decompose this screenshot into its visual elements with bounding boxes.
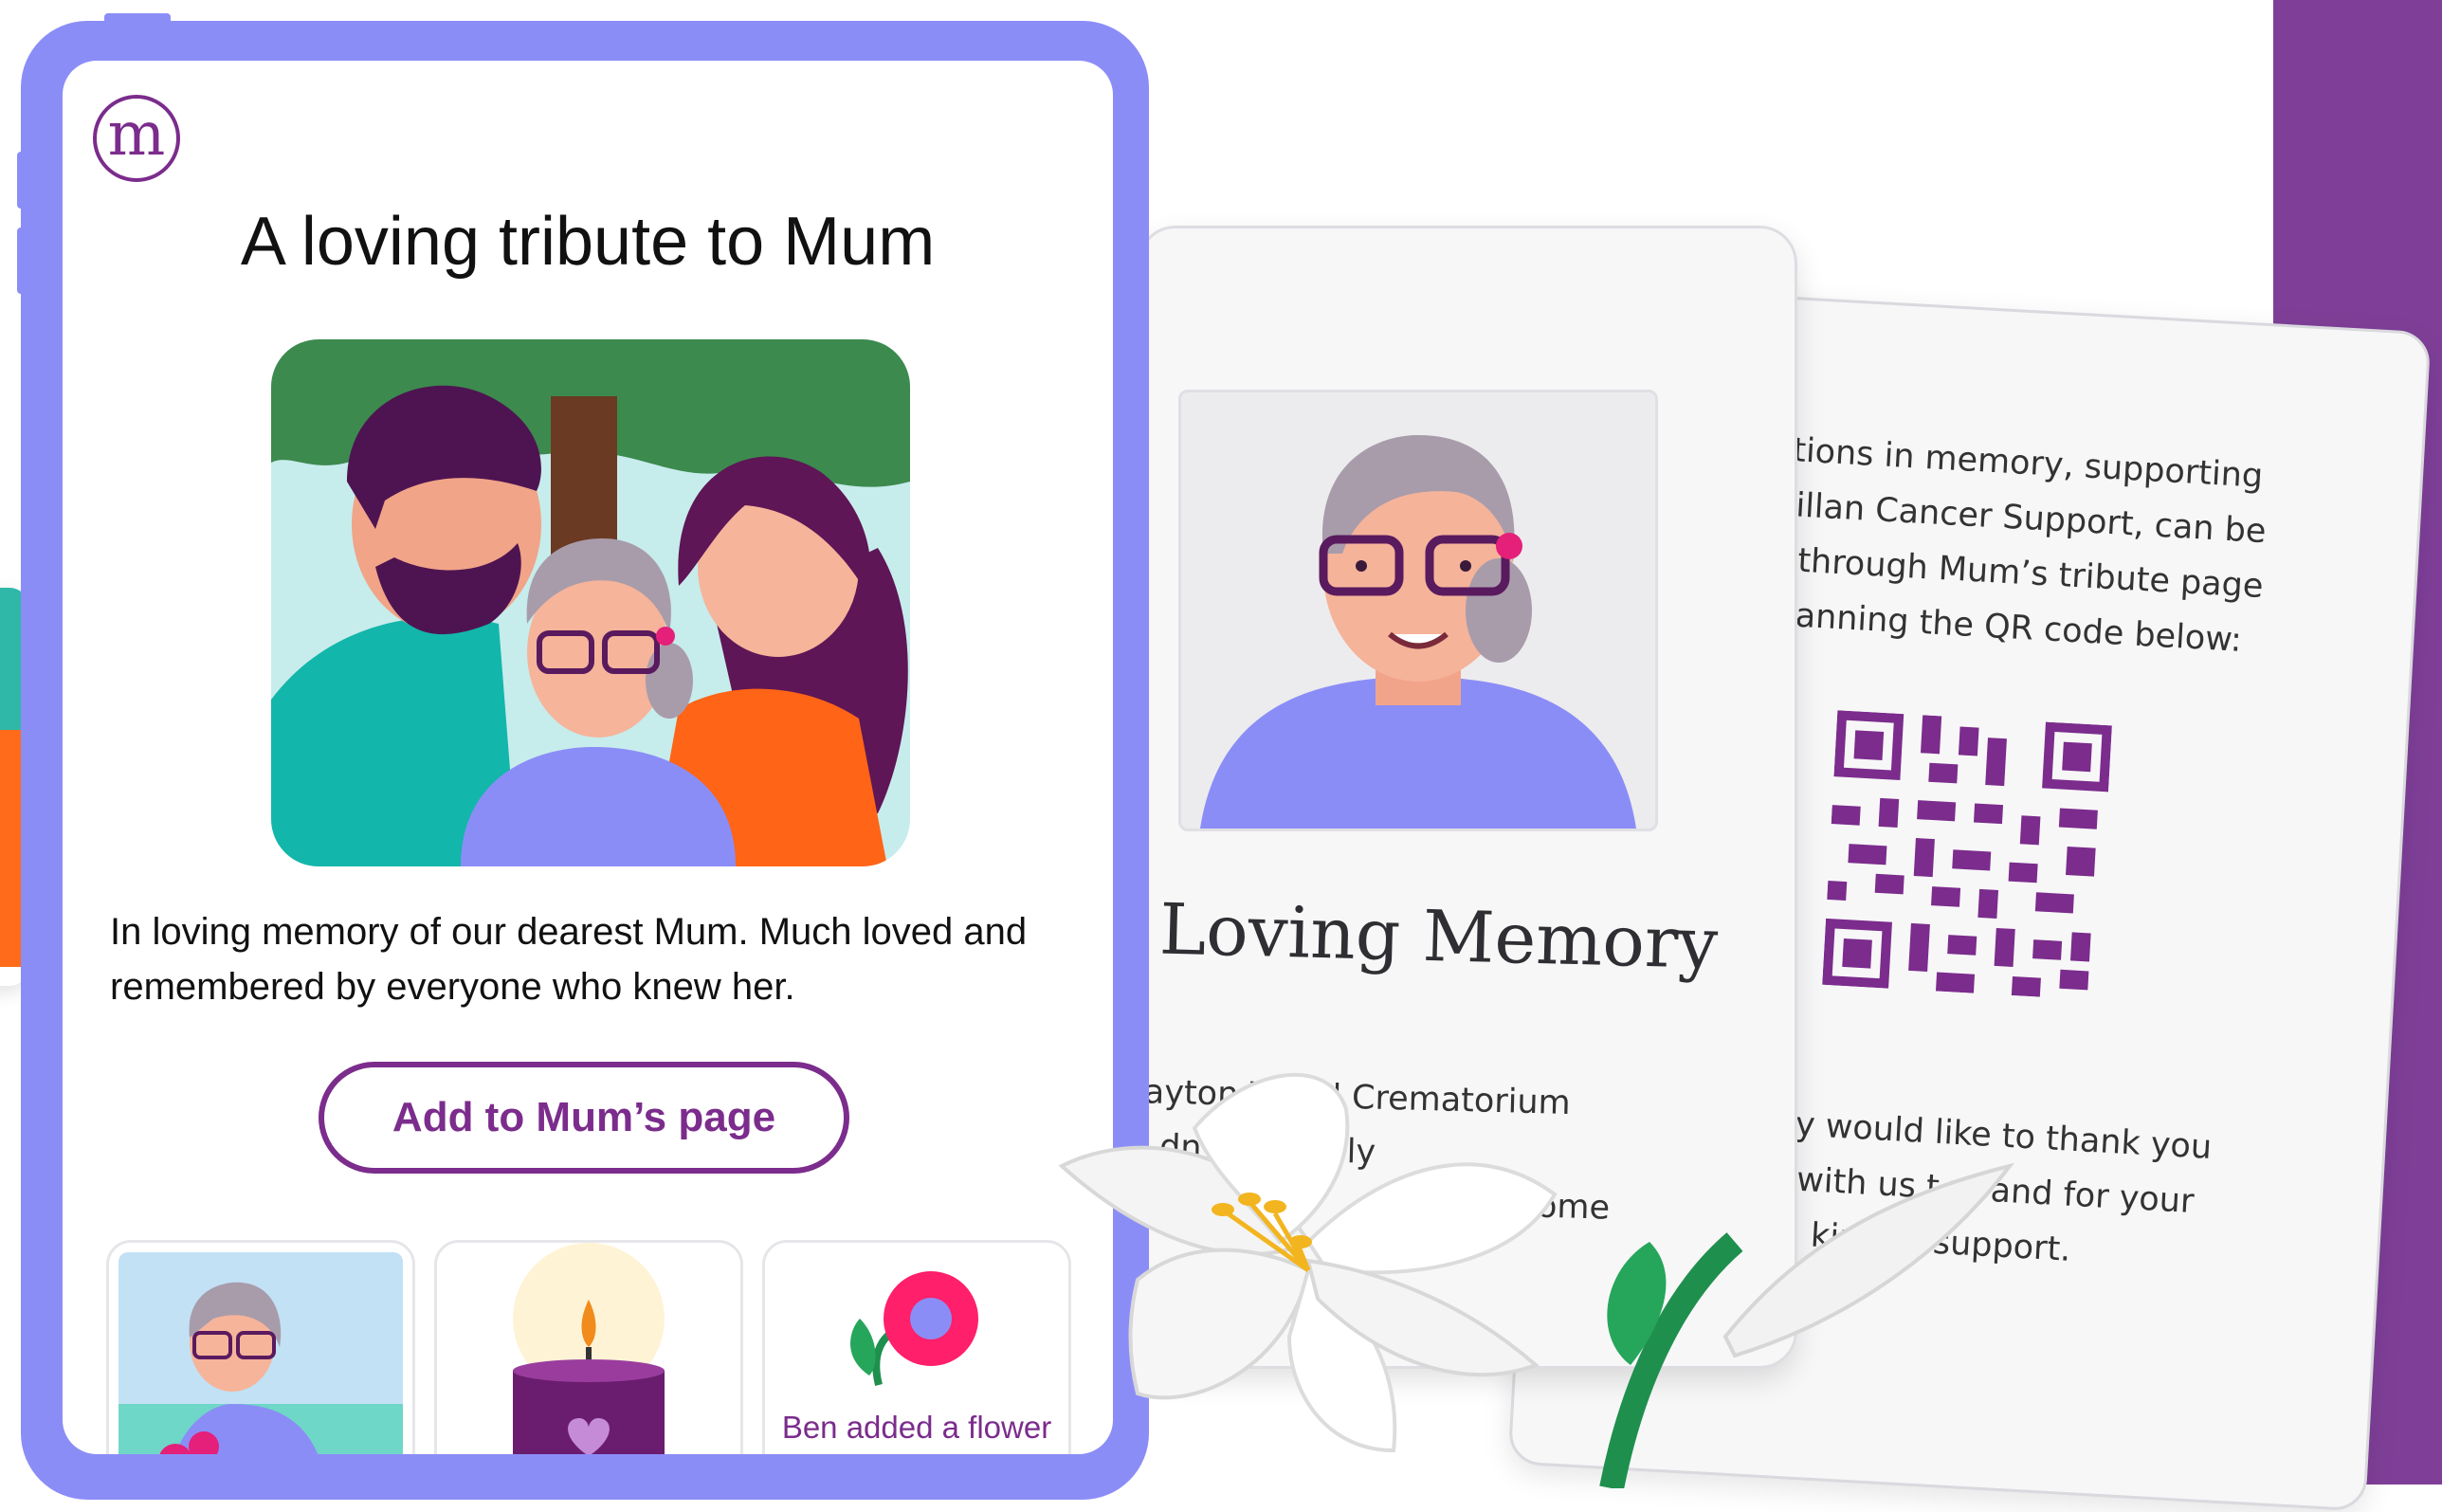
add-to-page-button[interactable]: Add to Mum’s page	[319, 1062, 849, 1174]
grandma-portrait	[1178, 390, 1658, 831]
photo-icon	[118, 1252, 403, 1454]
brand-logo[interactable]: m	[93, 95, 180, 182]
family-illustration	[271, 339, 910, 866]
candle-icon	[513, 1243, 665, 1454]
memory-title: Loving Memory	[1157, 888, 1720, 985]
memory-message: In loving memory of our dearest Mum. Muc…	[110, 911, 1028, 1008]
lily-decoration	[1058, 1072, 2014, 1488]
page-title: A loving tribute to Mum	[240, 204, 936, 280]
photo-tile[interactable]	[106, 1240, 415, 1454]
qr-code[interactable]	[1822, 710, 2112, 1000]
candle-tile[interactable]	[434, 1240, 743, 1454]
